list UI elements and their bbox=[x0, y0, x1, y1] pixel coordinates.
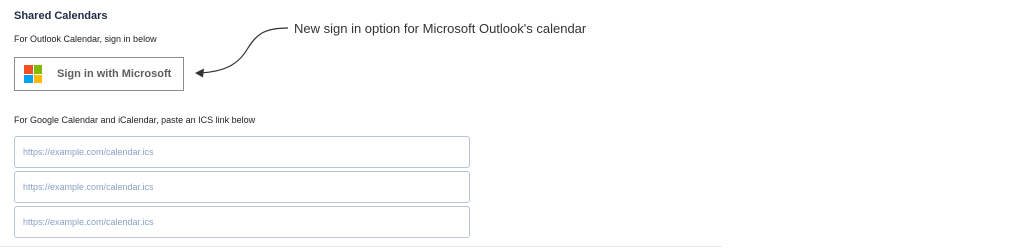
annotation-callout: New sign in option for Microsoft Outlook… bbox=[294, 21, 587, 36]
annotation-arrow-icon bbox=[195, 27, 289, 78]
